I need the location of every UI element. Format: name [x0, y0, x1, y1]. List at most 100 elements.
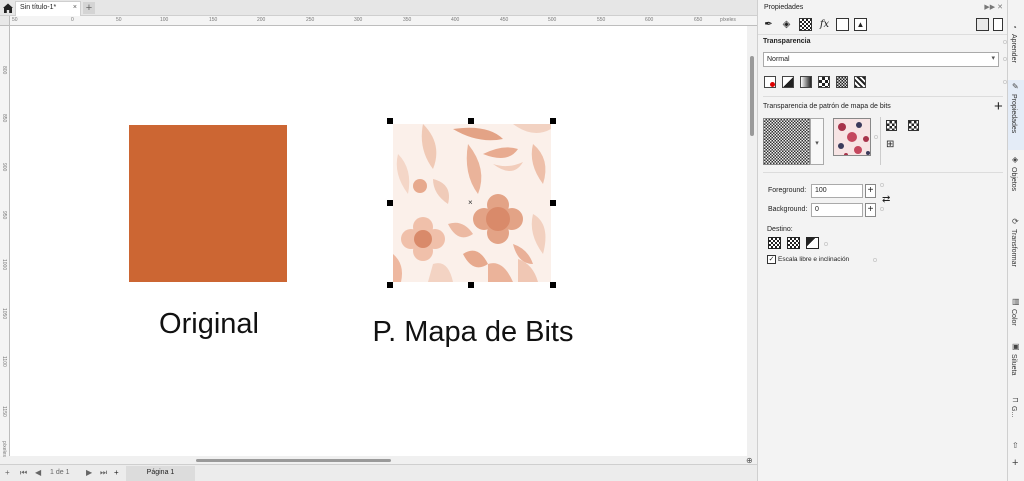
mirror-pattern-icon[interactable] [908, 120, 919, 131]
tab-propiedades[interactable]: ✎ Propiedades [1008, 80, 1024, 150]
vertical-scroll-thumb[interactable] [750, 56, 754, 136]
two-color-pattern-transparency-icon[interactable] [854, 76, 866, 88]
ruler-tick: 900 [1, 163, 7, 172]
tab-label: Color [1010, 309, 1017, 326]
original-label[interactable]: Original [127, 308, 291, 341]
uniform-transparency-icon[interactable] [782, 76, 794, 88]
page-counter: 1 de 1 [50, 469, 70, 476]
last-page-button[interactable]: ⏭ [100, 468, 107, 478]
fill-bucket-icon[interactable]: ◈ [780, 18, 793, 31]
add-page-after-button[interactable]: + [114, 468, 119, 477]
ruler-unit: píxeles [1, 441, 7, 457]
horizontal-ruler[interactable]: 50 0 50 100 150 200 250 300 350 400 450 … [10, 16, 757, 26]
no-transparency-icon[interactable] [764, 76, 776, 88]
prev-page-button[interactable]: ◀ [35, 468, 41, 477]
panel-title: Propiedades [764, 4, 804, 11]
foreground-label: Foreground: [768, 187, 807, 194]
ruler-tick: 50 [12, 17, 18, 23]
free-scale-label[interactable]: Escala libre e inclinación [778, 256, 849, 263]
tab-label: Aprender [1010, 34, 1017, 63]
bitmap-source-preview[interactable] [833, 118, 871, 156]
pen-outline-icon[interactable]: ✒ [762, 18, 775, 31]
ruler-tick: 300 [354, 17, 363, 23]
merge-mode-select[interactable]: Normal ▾ [763, 52, 999, 67]
new-tab-button[interactable]: + [83, 2, 95, 14]
pattern-picker-dropdown[interactable]: ▾ [810, 118, 824, 165]
selection-handle[interactable] [387, 200, 393, 206]
ruler-tick: 500 [548, 17, 557, 23]
tab-silueta[interactable]: ▣ Silueta [1008, 340, 1024, 385]
panel-window-controls[interactable]: ▶▶ ✕ [984, 3, 1003, 11]
image-icon[interactable]: ▲ [854, 18, 867, 31]
target-fill-icon[interactable] [768, 237, 781, 249]
drawing-canvas[interactable]: Original P. Mapa de Bits × [10, 26, 747, 456]
free-scale-checkbox[interactable]: ✓ [767, 255, 776, 264]
frame-icon[interactable] [836, 18, 849, 31]
panel-page-icon[interactable] [993, 18, 1003, 31]
tab-objetos[interactable]: ◈ Objetos [1008, 153, 1024, 201]
target-outline-icon[interactable] [787, 237, 800, 249]
silhouette-icon: ▣ [1012, 342, 1020, 351]
tab-g[interactable]: ⊐ G... [1008, 393, 1024, 425]
fountain-transparency-icon[interactable] [800, 76, 812, 88]
add-docker-button[interactable]: + [1008, 456, 1024, 470]
foreground-input[interactable]: 100 [811, 184, 863, 198]
home-icon[interactable] [1, 1, 15, 15]
vertical-scrollbar[interactable] [747, 26, 757, 456]
upload-icon: ⇧ [1012, 441, 1019, 450]
add-pattern-button[interactable]: + [994, 98, 1003, 115]
horizontal-scrollbar[interactable] [10, 456, 747, 464]
rotation-center-icon[interactable]: × [468, 198, 473, 207]
selection-handle[interactable] [387, 118, 393, 124]
ruler-origin[interactable] [0, 16, 10, 26]
bitmap-label[interactable]: P. Mapa de Bits [343, 316, 603, 349]
transparency-icon[interactable] [799, 18, 812, 31]
plus-icon: + [1012, 457, 1019, 469]
merge-mode-value: Normal [767, 56, 790, 63]
selection-handle[interactable] [468, 282, 474, 288]
swap-colors-icon[interactable]: ⇄ [882, 194, 890, 205]
divider [763, 96, 1003, 97]
selection-handle[interactable] [550, 118, 556, 124]
background-input[interactable]: 0 [811, 203, 863, 217]
foreground-dot [880, 183, 884, 187]
tab-color[interactable]: ▥ Color [1008, 295, 1024, 335]
edit-transparency-icon[interactable]: ⊞ [886, 139, 898, 151]
first-page-button[interactable]: ⏮ [20, 468, 27, 478]
glyph-icon: ⊐ [1012, 395, 1019, 404]
tab-upload[interactable]: ⇧ [1008, 440, 1024, 454]
tab-aprender[interactable]: ◔ Aprender [1008, 22, 1024, 77]
color-icon: ▥ [1012, 297, 1020, 306]
panel-layout-icon[interactable] [976, 18, 989, 31]
pattern-transparency-label: Transparencia de patrón de mapa de bits [763, 103, 891, 110]
target-all-icon[interactable] [806, 237, 819, 249]
bitmap-pattern-transparency-icon[interactable] [836, 76, 848, 88]
invert-pattern-icon[interactable] [886, 120, 897, 131]
ruler-tick: 850 [1, 114, 7, 123]
ruler-tick: 50 [116, 17, 122, 23]
original-square[interactable] [129, 125, 287, 282]
vertical-ruler[interactable]: 800 850 900 950 1000 1050 1100 1150 píxe… [0, 26, 10, 457]
selection-handle[interactable] [550, 282, 556, 288]
selection-handle[interactable] [550, 200, 556, 206]
tab-label: Silueta [1010, 354, 1017, 376]
learn-icon: ◔ [1012, 23, 1017, 32]
background-add-button[interactable]: + [865, 203, 876, 217]
close-tab-icon[interactable]: × [73, 4, 77, 11]
horizontal-scroll-thumb[interactable] [196, 459, 391, 462]
selection-handle[interactable] [387, 282, 393, 288]
effects-fx-icon[interactable]: fx [818, 18, 831, 31]
tab-transformar[interactable]: ⟳ Transformar [1008, 215, 1024, 280]
vector-pattern-transparency-icon[interactable] [818, 76, 830, 88]
add-page-before-button[interactable]: + [5, 468, 10, 477]
ruler-tick: 800 [1, 66, 7, 75]
ruler-tick: 0 [71, 17, 74, 23]
document-tab[interactable]: Sin título-1* × [15, 1, 81, 16]
page-tab[interactable]: Página 1 [126, 466, 195, 481]
objects-icon: ◈ [1012, 155, 1019, 164]
pattern-preview[interactable] [763, 118, 810, 165]
selection-handle[interactable] [468, 118, 474, 124]
next-page-button[interactable]: ▶ [86, 468, 92, 477]
ruler-tick: 600 [645, 17, 654, 23]
foreground-add-button[interactable]: + [865, 184, 876, 198]
